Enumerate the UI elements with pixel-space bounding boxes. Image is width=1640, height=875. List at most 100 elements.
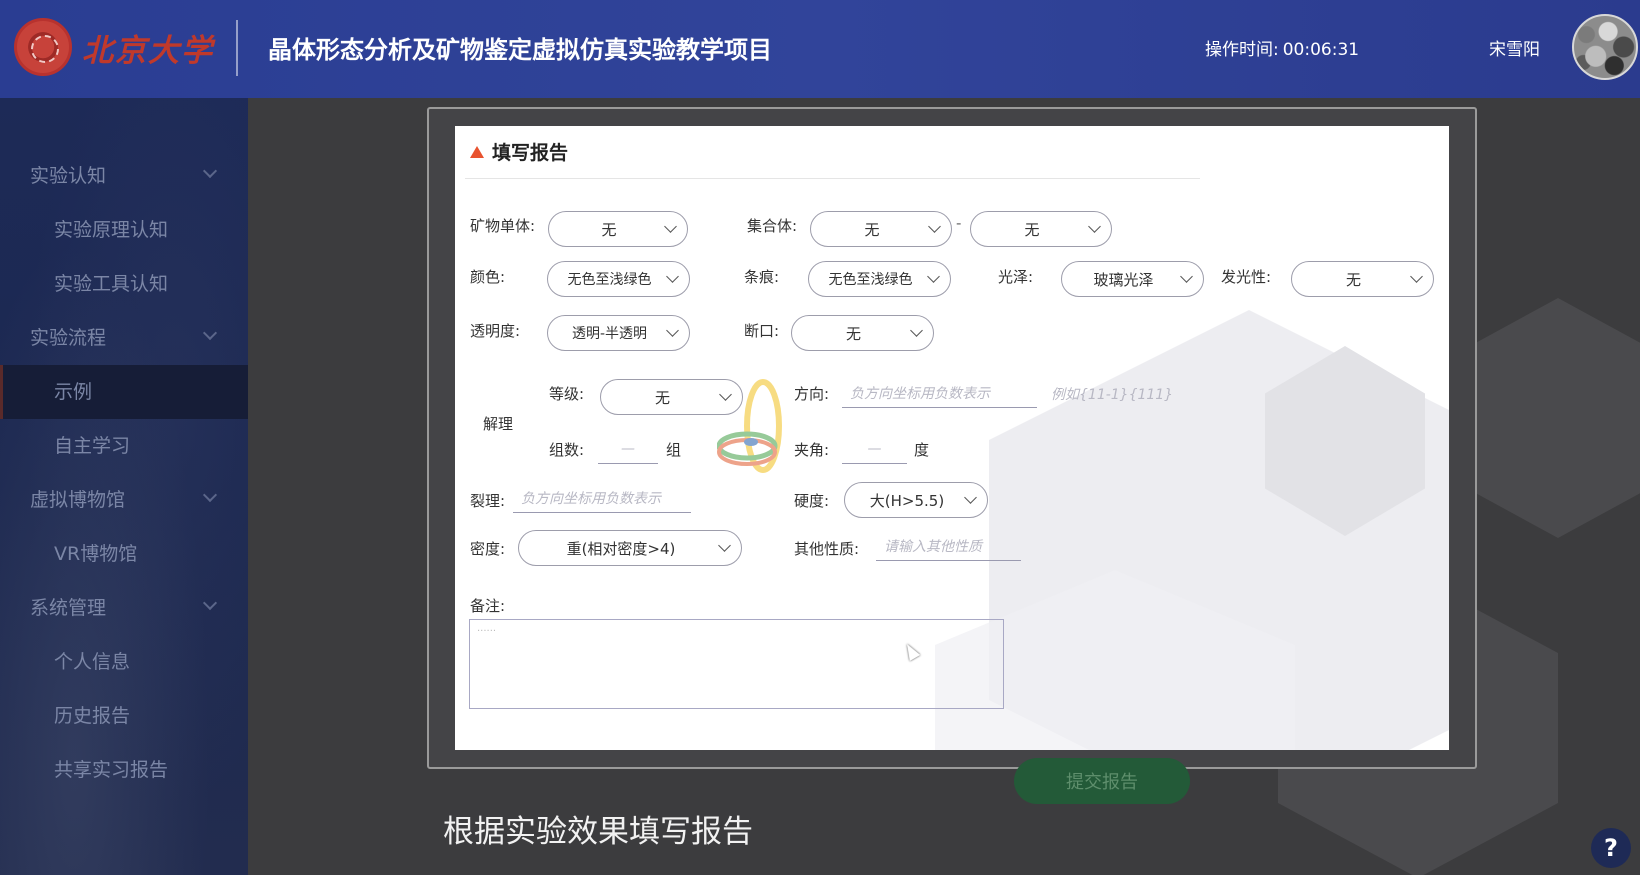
- cleavage-direction-hint: 例如{11-1}{111}: [1051, 387, 1174, 403]
- chevron-down-icon: [910, 324, 923, 337]
- chevron-down-icon: [1410, 270, 1423, 283]
- mineral-single-label: 矿物单体:: [470, 217, 536, 235]
- luster-label: 光泽:: [998, 268, 1034, 286]
- university-logo: 北京大学: [14, 18, 214, 76]
- sidebar-item-tools[interactable]: 实验工具认知: [54, 269, 168, 296]
- transparency-label: 透明度:: [470, 322, 521, 340]
- chevron-down-icon: [928, 220, 941, 233]
- cleavage-angle-input[interactable]: —: [842, 434, 907, 464]
- streak-value: 无色至浅绿色: [828, 272, 913, 288]
- chevron-down-icon[interactable]: [202, 487, 218, 503]
- cleavage-angle-label: 夹角:: [794, 441, 830, 459]
- density-select[interactable]: 重(相对密度>4): [518, 530, 742, 566]
- sidebar-item-self-study[interactable]: 自主学习: [54, 431, 130, 458]
- submit-report-button[interactable]: 提交报告: [1014, 758, 1190, 804]
- remark-textarea[interactable]: ......: [469, 619, 1004, 709]
- sidebar-item-principle[interactable]: 实验原理认知: [54, 215, 168, 242]
- aggregate-value-2: 无: [1024, 220, 1040, 239]
- chevron-down-icon: [718, 539, 731, 552]
- other-properties-input[interactable]: 请输入其他性质: [876, 531, 1021, 561]
- luminescence-label: 发光性:: [1221, 268, 1272, 286]
- cleavage-label: 解理: [483, 415, 514, 433]
- sidebar: 实验认知 实验原理认知 实验工具认知 实验流程 示例 自主学习 虚拟博物馆 VR…: [0, 98, 248, 875]
- chevron-down-icon: [666, 270, 679, 283]
- cleavage-grade-select[interactable]: 无: [600, 379, 743, 415]
- sidebar-group-experiment-cognition[interactable]: 实验认知: [30, 161, 106, 188]
- sidebar-item-profile[interactable]: 个人信息: [54, 647, 130, 674]
- aggregate-value-1: 无: [864, 220, 880, 239]
- sidebar-group-experiment-process[interactable]: 实验流程: [30, 323, 106, 350]
- chevron-down-icon[interactable]: [202, 595, 218, 611]
- sidebar-group-system-management[interactable]: 系统管理: [30, 593, 106, 620]
- transparency-value: 透明-半透明: [571, 326, 648, 342]
- step-caption: 根据实验效果填写报告: [443, 814, 753, 850]
- hardness-select[interactable]: 大(H>5.5): [844, 482, 988, 518]
- sidebar-active-highlight: [0, 365, 248, 419]
- fracture-select[interactable]: 无: [791, 315, 934, 351]
- avatar[interactable]: [1572, 14, 1638, 80]
- sidebar-item-vr-museum[interactable]: VR博物馆: [54, 539, 137, 566]
- cleavage-grade-value: 无: [654, 388, 670, 407]
- operation-time-label: 操作时间:: [1205, 40, 1279, 60]
- chevron-down-icon: [927, 270, 940, 283]
- parting-label: 裂理:: [470, 492, 506, 510]
- cleavage-groups-unit: 组: [666, 441, 682, 459]
- cleavage-groups-input[interactable]: —: [598, 434, 658, 464]
- remark-label: 备注:: [470, 597, 506, 615]
- color-select[interactable]: 无色至浅绿色: [547, 261, 690, 297]
- chevron-down-icon[interactable]: [202, 325, 218, 341]
- luminescence-select[interactable]: 无: [1291, 261, 1434, 297]
- chevron-down-icon: [1180, 270, 1193, 283]
- other-properties-label: 其他性质:: [794, 540, 860, 558]
- chevron-down-icon: [1088, 220, 1101, 233]
- chevron-down-icon: [719, 388, 732, 401]
- mineral-single-select[interactable]: 无: [548, 211, 688, 247]
- density-label: 密度:: [470, 540, 506, 558]
- cleavage-groups-label: 组数:: [549, 441, 585, 459]
- top-header: 北京大学 晶体形态分析及矿物鉴定虚拟仿真实验教学项目 操作时间: 00:06:31…: [0, 0, 1640, 98]
- sidebar-item-history-reports[interactable]: 历史报告: [54, 701, 130, 728]
- cleavage-angle-unit: 度: [914, 441, 930, 459]
- fracture-label: 断口:: [744, 322, 780, 340]
- luster-value: 玻璃光泽: [1093, 270, 1154, 289]
- luster-select[interactable]: 玻璃光泽: [1061, 261, 1204, 297]
- header-divider: [236, 20, 238, 76]
- luminescence-value: 无: [1345, 270, 1361, 289]
- cleavage-direction-label: 方向:: [794, 385, 830, 403]
- fracture-value: 无: [845, 324, 861, 343]
- aggregate-select-1[interactable]: 无: [810, 211, 952, 247]
- color-label: 颜色:: [470, 268, 506, 286]
- aggregate-select-2[interactable]: 无: [970, 211, 1112, 247]
- user-name[interactable]: 宋雪阳: [1489, 35, 1540, 60]
- streak-select[interactable]: 无色至浅绿色: [808, 261, 951, 297]
- density-value: 重(相对密度>4): [566, 539, 676, 558]
- operation-time-value: 00:06:31: [1282, 40, 1360, 60]
- cleavage-direction-input[interactable]: 负方向坐标用负数表示: [842, 378, 1037, 408]
- card-header: 填写报告: [470, 138, 568, 165]
- operation-time: 操作时间: 00:06:31: [1205, 35, 1359, 60]
- report-card: 填写报告 矿物单体: 无 集合体: 无 - 无 颜色: 无色至浅绿色 条痕: 无…: [455, 126, 1449, 750]
- chevron-down-icon[interactable]: [202, 163, 218, 179]
- chevron-down-icon: [664, 220, 677, 233]
- chevron-down-icon: [666, 324, 679, 337]
- chevron-down-icon: [964, 491, 977, 504]
- sidebar-item-example[interactable]: 示例: [54, 377, 92, 404]
- streak-label: 条痕:: [744, 268, 780, 286]
- transparency-select[interactable]: 透明-半透明: [547, 315, 690, 351]
- triangle-icon: [470, 145, 484, 158]
- sidebar-item-shared-reports[interactable]: 共享实习报告: [54, 755, 168, 782]
- hardness-value: 大(H>5.5): [869, 491, 945, 510]
- app-title: 晶体形态分析及矿物鉴定虚拟仿真实验教学项目: [268, 36, 772, 64]
- aggregate-label: 集合体:: [747, 217, 798, 235]
- aggregate-separator: -: [956, 214, 962, 232]
- cleavage-grade-label: 等级:: [549, 385, 585, 403]
- university-seal-icon: [14, 18, 72, 76]
- help-icon[interactable]: ?: [1591, 828, 1631, 868]
- sidebar-active-bar: [0, 365, 3, 419]
- sidebar-group-virtual-museum[interactable]: 虚拟博物馆: [30, 485, 125, 512]
- logo-text: 北京大学: [82, 32, 214, 69]
- card-title: 填写报告: [492, 142, 569, 164]
- parting-input[interactable]: 负方向坐标用负数表示: [513, 483, 691, 513]
- hardness-label: 硬度:: [794, 492, 830, 510]
- color-value: 无色至浅绿色: [567, 272, 652, 288]
